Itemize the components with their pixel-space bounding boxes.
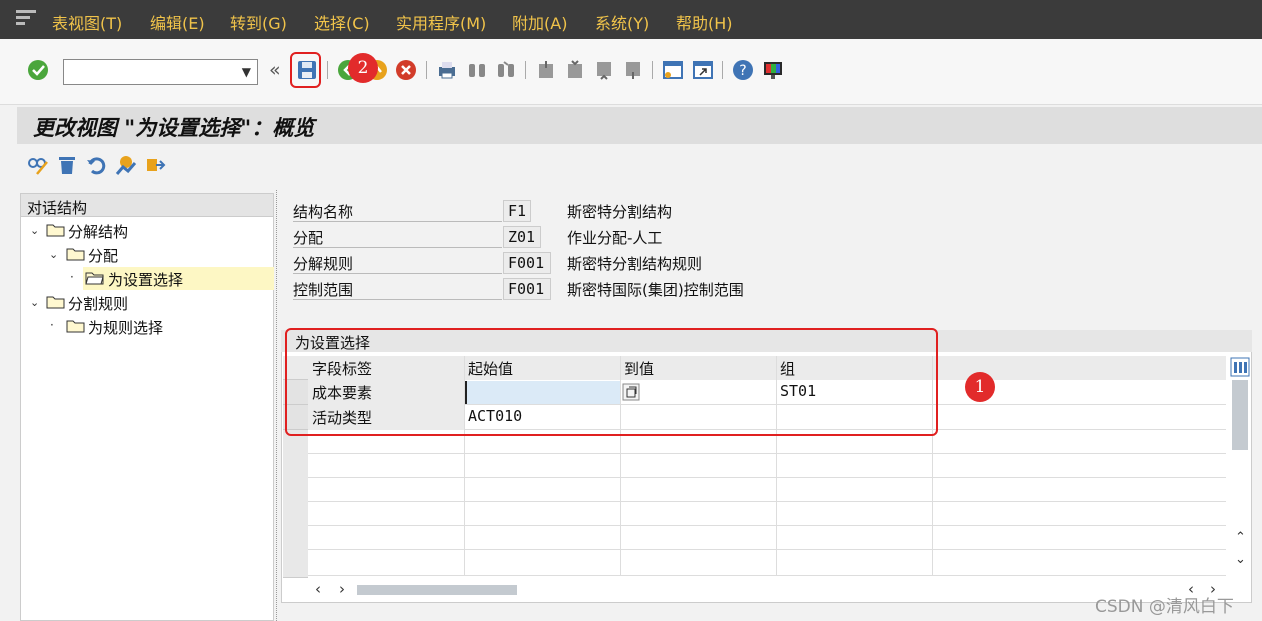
undo-icon[interactable] <box>85 154 107 176</box>
field-text-structure-name: 斯密特分割结构 <box>567 203 673 221</box>
field-value-structure-name: F1 <box>503 200 531 222</box>
field-label-structure-name: 结构名称 <box>293 200 502 222</box>
find-icon[interactable] <box>466 59 488 81</box>
menu-system[interactable]: 系统(Y) <box>595 10 649 34</box>
chevron-down-icon[interactable]: ⌄ <box>49 248 58 261</box>
empty-table-row <box>308 526 1226 550</box>
tree-bullet: · <box>70 270 74 284</box>
collapse-double-chevron-icon[interactable]: « <box>269 59 281 81</box>
shortcut-icon[interactable] <box>692 59 714 81</box>
field-text-controlling-area: 斯密特国际(集团)控制范围 <box>567 281 744 299</box>
table-settings-icon[interactable] <box>1230 357 1250 377</box>
system-menu-icon[interactable] <box>16 10 36 26</box>
field-label-controlling-area: 控制范围 <box>293 278 502 300</box>
dialog-structure-header: 对话结构 <box>21 194 273 217</box>
empty-table-row <box>308 502 1226 526</box>
field-value-breakdown-rule: F001 <box>503 252 551 274</box>
menu-bar: 表视图(T) 编辑(E) 转到(G) 选择(C) 实用程序(M) 附加(A) 系… <box>0 0 1262 39</box>
find-next-icon[interactable] <box>495 59 517 81</box>
tree-node-selection-for-rules[interactable]: 为规则选择 <box>85 316 166 339</box>
customize-layout-icon[interactable] <box>762 59 784 81</box>
folder-icon <box>66 248 85 261</box>
chevron-down-icon[interactable]: ⌄ <box>30 296 39 309</box>
tree-node-split-rules[interactable]: 分割规则 <box>65 292 131 315</box>
folder-icon <box>46 224 65 237</box>
page-title: 更改视图 "为设置选择"：概览 <box>33 115 315 140</box>
field-value-controlling-area: F001 <box>503 278 551 300</box>
menu-selection[interactable]: 选择(C) <box>314 10 370 34</box>
field-value-assignment: Z01 <box>503 226 541 248</box>
panel-splitter[interactable] <box>276 190 279 621</box>
tree-node-assignment[interactable]: 分配 <box>85 244 121 267</box>
empty-table-row <box>308 454 1226 478</box>
scroll-up-icon[interactable]: ⌃ <box>1235 530 1246 545</box>
horizontal-scroll-thumb[interactable] <box>357 585 517 595</box>
vertical-scroll-thumb[interactable] <box>1232 380 1248 450</box>
help-icon[interactable]: ? <box>732 59 754 81</box>
previous-page-icon[interactable] <box>564 59 586 81</box>
folder-icon <box>66 320 85 333</box>
menu-goto[interactable]: 转到(G) <box>230 10 287 34</box>
scroll-down-icon[interactable]: ⌄ <box>1235 552 1246 567</box>
tree-node-breakdown-structure[interactable]: 分解结构 <box>65 220 131 243</box>
scroll-left-icon[interactable]: ‹ <box>315 580 321 598</box>
delete-icon[interactable] <box>56 154 78 176</box>
annotation-box-save <box>290 52 321 88</box>
select-all-icon[interactable] <box>115 154 137 176</box>
annotation-badge-1: 1 <box>965 372 995 402</box>
chevron-down-icon[interactable]: ⌄ <box>30 224 39 237</box>
print-icon[interactable] <box>436 59 458 81</box>
vertical-scrollbar[interactable]: ⌃ ⌄ <box>1232 380 1248 576</box>
transport-icon[interactable] <box>144 154 166 176</box>
toolbar-separator <box>327 61 328 79</box>
menu-utilities[interactable]: 实用程序(M) <box>396 10 486 34</box>
scroll-right-icon[interactable]: › <box>339 580 345 598</box>
last-page-icon[interactable] <box>622 59 644 81</box>
display-change-icon[interactable] <box>27 154 49 176</box>
toolbar-separator <box>722 61 723 79</box>
open-folder-icon <box>85 272 104 285</box>
field-text-breakdown-rule: 斯密特分割结构规则 <box>567 255 703 273</box>
svg-text:?: ? <box>739 63 746 79</box>
tree-node-selection-for-settings[interactable]: 为设置选择 <box>105 268 186 291</box>
field-label-assignment: 分配 <box>293 226 502 248</box>
toolbar-separator <box>652 61 653 79</box>
row-selector-empty <box>283 430 308 578</box>
first-page-icon[interactable] <box>535 59 557 81</box>
enter-check-icon[interactable] <box>27 59 49 81</box>
toolbar-separator <box>525 61 526 79</box>
application-toolbar <box>17 146 1262 186</box>
folder-icon <box>46 296 65 309</box>
field-text-assignment: 作业分配-人工 <box>567 229 663 247</box>
title-bar: 更改视图 "为设置选择"：概览 <box>17 107 1262 144</box>
cancel-icon[interactable] <box>395 59 417 81</box>
menu-edit[interactable]: 编辑(E) <box>150 10 205 34</box>
next-page-icon[interactable] <box>593 59 615 81</box>
field-label-breakdown-rule: 分解规则 <box>293 252 502 274</box>
toolbar-separator <box>426 61 427 79</box>
chevron-down-icon[interactable]: ▼ <box>242 65 251 79</box>
tree-bullet: · <box>50 318 54 332</box>
empty-table-row <box>308 478 1226 502</box>
watermark: CSDN @清风白下 <box>1095 597 1234 617</box>
menu-table-view[interactable]: 表视图(T) <box>52 10 122 34</box>
annotation-badge-2: 2 <box>348 53 378 83</box>
empty-table-row <box>308 550 1226 576</box>
annotation-box-table <box>285 328 938 436</box>
dialog-structure-panel: 对话结构 ⌄ 分解结构 ⌄ 分配 · 为设置选择 ⌄ 分割规则 · 为规则选择 <box>20 193 274 621</box>
menu-extras[interactable]: 附加(A) <box>512 10 567 34</box>
create-session-icon[interactable] <box>662 59 684 81</box>
menu-help[interactable]: 帮助(H) <box>676 10 733 34</box>
command-field[interactable]: ▼ <box>63 59 258 85</box>
standard-toolbar: ▼ « ? <box>0 39 1262 105</box>
